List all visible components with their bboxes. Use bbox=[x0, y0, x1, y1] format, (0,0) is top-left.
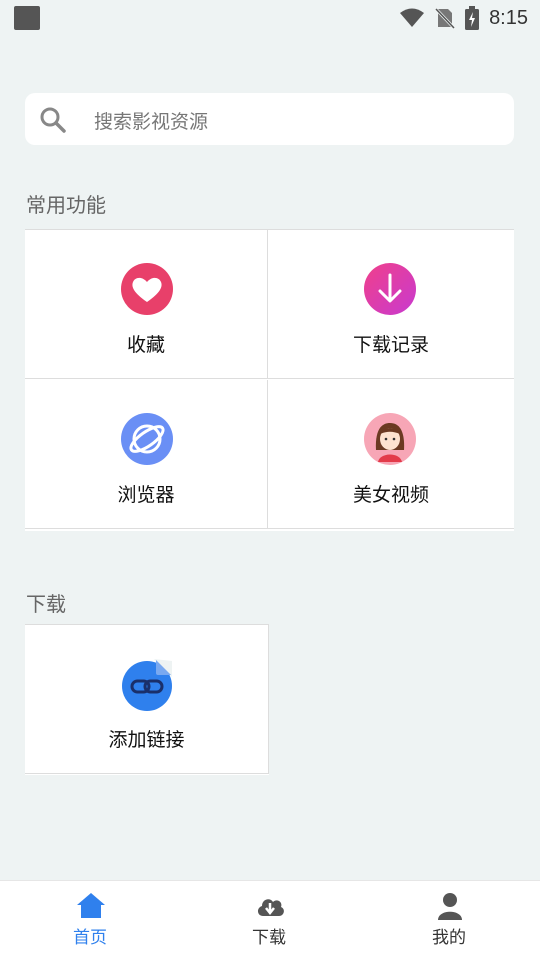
tab-label: 下载 bbox=[252, 928, 286, 948]
tab-label: 我的 bbox=[432, 928, 466, 948]
girl-avatar-icon bbox=[364, 413, 416, 465]
heart-icon bbox=[121, 263, 173, 315]
add-link-button[interactable]: 添加链接 bbox=[25, 625, 269, 774]
notification-icon bbox=[14, 6, 40, 30]
wifi-icon bbox=[400, 8, 425, 27]
section-title-common: 常用功能 bbox=[26, 193, 106, 217]
feature-label: 下载记录 bbox=[352, 334, 429, 356]
no-sim-icon bbox=[435, 7, 456, 29]
cloud-download-icon bbox=[257, 899, 284, 916]
feature-label: 美女视频 bbox=[352, 484, 429, 506]
feature-label: 收藏 bbox=[126, 334, 165, 356]
tab-profile[interactable]: 我的 bbox=[389, 881, 509, 961]
search-placeholder: 搜索影视资源 bbox=[94, 111, 209, 133]
tab-home[interactable]: 首页 bbox=[30, 881, 150, 961]
status-bar: 8:15 bbox=[0, 0, 540, 36]
feature-download-history[interactable]: 下载记录 bbox=[268, 230, 514, 379]
feature-browser[interactable]: 浏览器 bbox=[25, 380, 268, 529]
status-icons: 8:15 bbox=[399, 6, 528, 30]
clock: 8:15 bbox=[489, 6, 528, 29]
feature-beauty-videos[interactable]: 美女视频 bbox=[268, 380, 514, 529]
download-arrow-icon bbox=[364, 263, 416, 315]
home-icon bbox=[77, 893, 105, 918]
download-grid: 添加链接 bbox=[25, 624, 269, 775]
tab-label: 首页 bbox=[73, 928, 107, 948]
tab-download[interactable]: 下载 bbox=[209, 881, 329, 961]
bottom-tab-bar: 首页 下载 我的 bbox=[0, 880, 540, 961]
search-icon bbox=[40, 107, 66, 133]
planet-icon bbox=[121, 413, 173, 465]
feature-label: 添加链接 bbox=[108, 729, 185, 751]
user-icon bbox=[438, 893, 462, 920]
link-icon bbox=[122, 659, 172, 711]
feature-label: 浏览器 bbox=[117, 484, 175, 506]
common-features-grid: 收藏 下载记录 浏览器 美女视频 bbox=[25, 229, 514, 531]
battery-charging-icon bbox=[465, 6, 480, 30]
search-bar[interactable]: 搜索影视资源 bbox=[25, 93, 514, 145]
section-title-download: 下载 bbox=[26, 592, 66, 616]
feature-favorites[interactable]: 收藏 bbox=[25, 230, 268, 379]
